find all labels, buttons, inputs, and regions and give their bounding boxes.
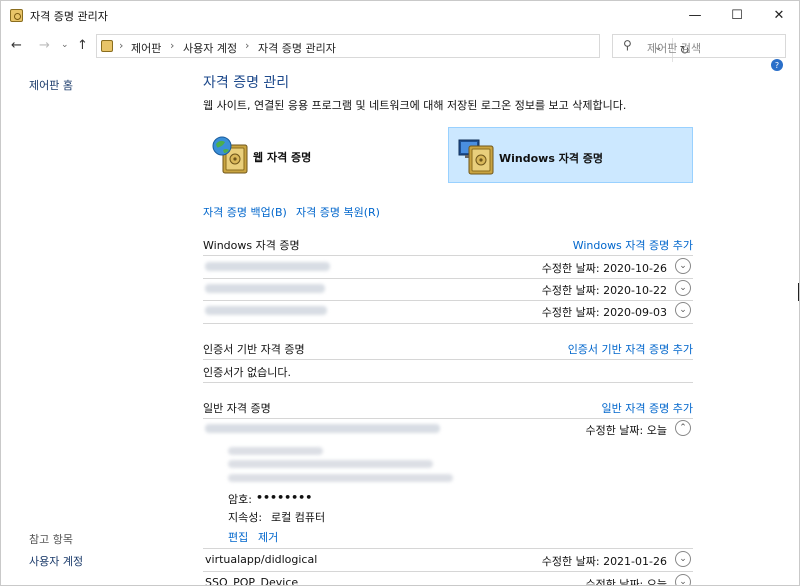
modified-date: 수정한 날짜: 2020-10-26 (541, 262, 667, 275)
chevron-down-icon[interactable]: ⌄ (675, 551, 691, 567)
windows-credential-row[interactable]: 수정한 날짜: 2020-10-22 ⌄ (203, 278, 693, 300)
blurred-credential-name (205, 284, 325, 293)
modified-date: 수정한 날짜: 오늘 (585, 578, 667, 586)
chevron-down-icon[interactable]: ⌄ (675, 258, 691, 274)
generic-credential-row[interactable]: SSO_POP_Device 수정한 날짜: 오늘 ⌄ (203, 572, 693, 586)
maximize-button[interactable]: ☐ (715, 1, 759, 29)
credential-manager-window: 자격 증명 관리자 — ☐ ✕ ← → ⌄ ↑ › 제어판 › 사용자 계정 ›… (0, 0, 800, 586)
blurred-credential-name (205, 262, 330, 271)
chevron-up-icon[interactable]: ⌃ (675, 420, 691, 436)
see-also-heading: 참고 항목 (29, 533, 73, 546)
windows-credentials-vault-icon (458, 139, 494, 175)
remove-link[interactable]: 제거 (258, 529, 278, 545)
credential-name: SSO_POP_Device (205, 576, 299, 586)
recent-locations-icon[interactable]: ⌄ (61, 40, 69, 50)
modified-date: 수정한 날짜: 2020-09-03 (541, 306, 667, 319)
divider (203, 359, 693, 360)
title-bar: 자격 증명 관리자 — ☐ ✕ (1, 1, 799, 29)
breadcrumb-control-panel[interactable]: 제어판 (131, 40, 161, 56)
blurred-credential-name (205, 306, 327, 315)
breadcrumb-credential-manager[interactable]: 자격 증명 관리자 (258, 40, 336, 56)
certificate-credentials-heading: 인증서 기반 자격 증명 (203, 343, 305, 356)
breadcrumb-separator[interactable]: › (119, 39, 123, 52)
windows-credential-row[interactable]: 수정한 날짜: 2020-09-03 ⌄ (203, 300, 693, 322)
vertical-scrollbar[interactable] (783, 63, 799, 585)
restore-credentials-link[interactable]: 자격 증명 복원(R) (296, 204, 380, 220)
windows-credentials-heading: Windows 자격 증명 (203, 239, 300, 252)
help-icon[interactable]: ? (771, 59, 783, 71)
no-certificates-text: 인증서가 없습니다. (203, 366, 291, 379)
search-icon: ⚲ (623, 38, 632, 52)
control-panel-icon (101, 40, 113, 52)
web-credentials-vault-icon (212, 136, 248, 174)
password-value: •••••••• (256, 491, 313, 504)
modified-date: 수정한 날짜: 2020-10-22 (541, 284, 667, 297)
blurred-detail (228, 474, 453, 482)
breadcrumb-separator[interactable]: › (170, 39, 174, 52)
navigation-bar: ← → ⌄ ↑ › 제어판 › 사용자 계정 › 자격 증명 관리자 ⌄ ↻ ⚲… (1, 31, 799, 62)
close-button[interactable]: ✕ (757, 1, 799, 29)
credential-manager-icon (10, 9, 23, 22)
address-bar[interactable]: › 제어판 › 사용자 계정 › 자격 증명 관리자 ⌄ ↻ (96, 34, 690, 62)
page-title: 자격 증명 관리 (203, 75, 290, 91)
modified-date: 수정한 날짜: 2021-01-26 (541, 555, 667, 568)
main-pane: 자격 증명 관리 웹 사이트, 연결된 응용 프로그램 및 네트워크에 대해 저… (191, 63, 711, 586)
blurred-detail (228, 447, 323, 455)
password-label: 암호: (228, 493, 252, 506)
add-generic-credential-link[interactable]: 일반 자격 증명 추가 (602, 400, 693, 416)
persistence-value: 로컬 컴퓨터 (271, 511, 326, 524)
windows-credential-row[interactable]: 수정한 날짜: 2020-10-26 ⌄ (203, 256, 693, 278)
up-arrow-icon[interactable]: ↑ (77, 38, 88, 53)
generic-credentials-heading: 일반 자격 증명 (203, 402, 271, 415)
minimize-button[interactable]: — (673, 1, 717, 29)
windows-credentials-tile[interactable]: Windows 자격 증명 (448, 127, 693, 183)
generic-credential-row[interactable]: virtualapp/didlogical 수정한 날짜: 2021-01-26… (203, 549, 693, 571)
breadcrumb-separator[interactable]: › (245, 39, 249, 52)
blurred-credential-name (205, 424, 440, 433)
modified-date: 수정한 날짜: 오늘 (585, 424, 667, 437)
web-credentials-tile[interactable]: 웹 자격 증명 (203, 127, 433, 183)
search-input[interactable]: ⚲ 제어판 검색 (612, 34, 786, 58)
add-certificate-credential-link[interactable]: 인증서 기반 자격 증명 추가 (568, 341, 693, 357)
chevron-down-icon[interactable]: ⌄ (675, 302, 691, 318)
window-title: 자격 증명 관리자 (30, 10, 108, 23)
web-credentials-label: 웹 자격 증명 (253, 151, 312, 164)
user-accounts-link[interactable]: 사용자 계정 (29, 553, 83, 569)
control-panel-home-link[interactable]: 제어판 홈 (29, 77, 73, 93)
divider (203, 323, 693, 324)
search-placeholder: 제어판 검색 (647, 42, 702, 55)
page-description: 웹 사이트, 연결된 응용 프로그램 및 네트워크에 대해 저장된 로그온 정보… (203, 99, 627, 112)
windows-credentials-label: Windows 자격 증명 (499, 152, 604, 165)
chevron-down-icon[interactable]: ⌄ (675, 574, 691, 585)
edit-link[interactable]: 편집 (228, 529, 248, 545)
divider (203, 382, 693, 383)
backup-credentials-link[interactable]: 자격 증명 백업(B) (203, 204, 287, 220)
add-windows-credential-link[interactable]: Windows 자격 증명 추가 (573, 237, 693, 253)
persistence-label: 지속성: (228, 511, 263, 524)
blurred-detail (228, 460, 433, 468)
breadcrumb-user-accounts[interactable]: 사용자 계정 (183, 40, 237, 56)
forward-arrow-icon[interactable]: → (39, 38, 50, 53)
credential-name: virtualapp/didlogical (205, 553, 318, 566)
left-pane: 제어판 홈 참고 항목 사용자 계정 (1, 63, 191, 585)
chevron-down-icon[interactable]: ⌄ (675, 280, 691, 296)
back-arrow-icon[interactable]: ← (11, 38, 22, 53)
generic-credential-row-expanded[interactable]: 수정한 날짜: 오늘 ⌃ (203, 418, 693, 440)
